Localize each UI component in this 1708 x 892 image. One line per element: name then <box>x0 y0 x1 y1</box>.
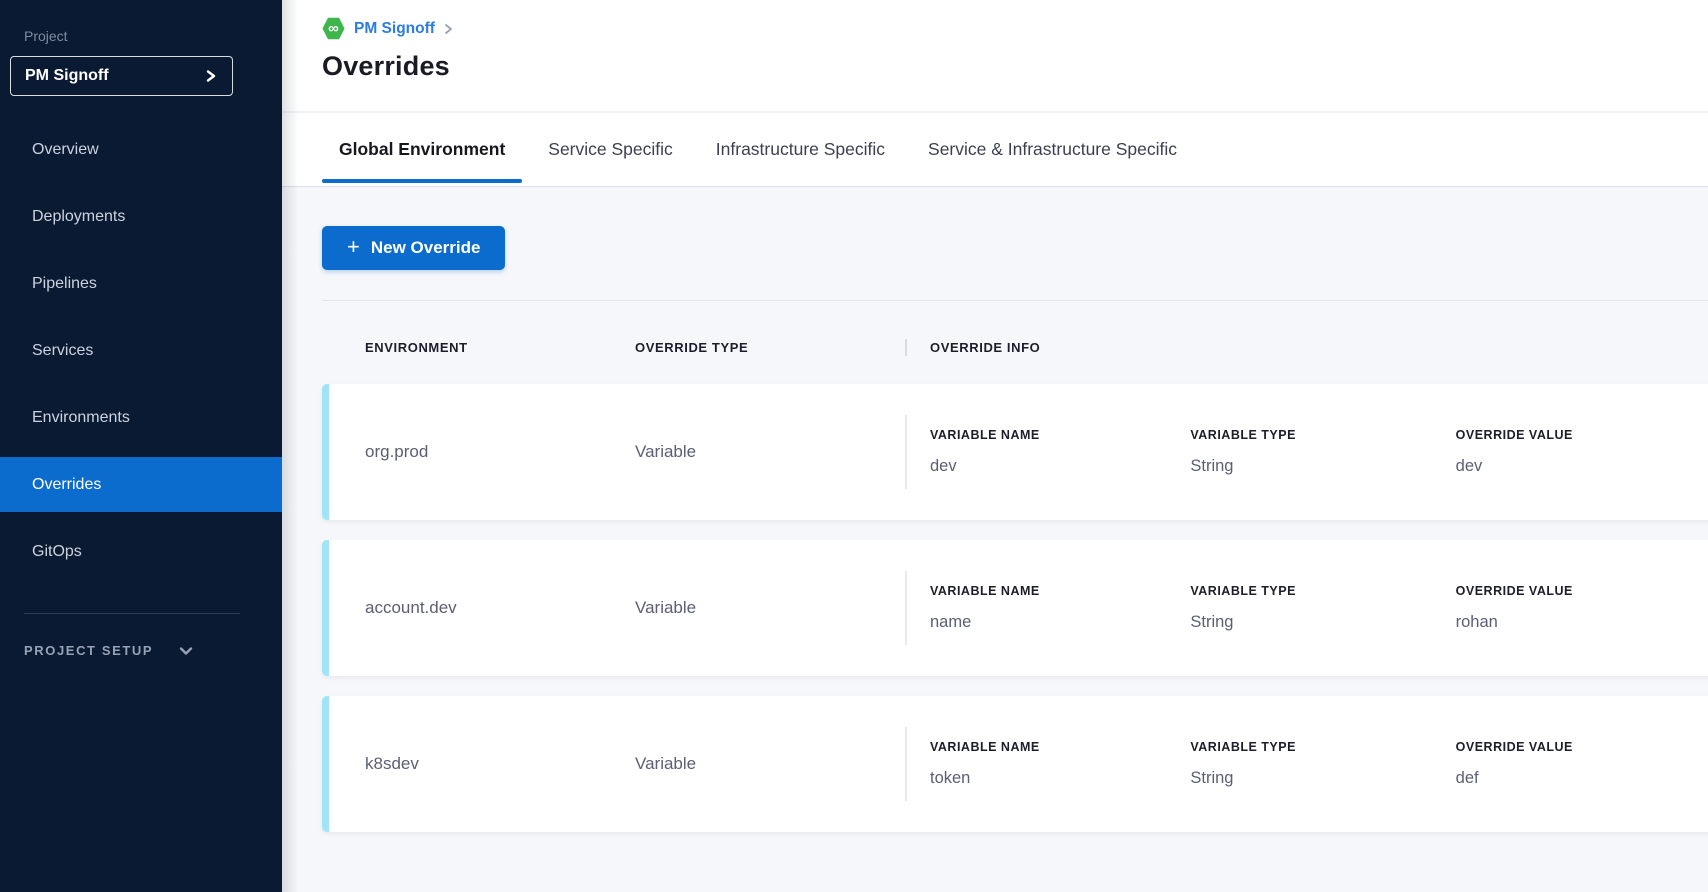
row-override-info: VARIABLE NAME dev VARIABLE TYPE String O… <box>907 428 1708 476</box>
sidebar-divider <box>24 613 240 614</box>
row-accent-bar <box>322 384 329 520</box>
project-selector-value: PM Signoff <box>25 67 109 85</box>
info-value: dev <box>930 457 1190 476</box>
row-grid: k8sdev Variable VARIABLE NAME token VARI… <box>322 696 1708 832</box>
row-override-type: Variable <box>635 442 905 462</box>
override-row-account-dev[interactable]: account.dev Variable VARIABLE NAME name … <box>322 540 1708 676</box>
sidebar-item-environments[interactable]: Environments <box>0 390 282 445</box>
info-value: rohan <box>1456 613 1708 632</box>
project-selector[interactable]: PM Signoff <box>10 56 233 96</box>
tab-global-environment[interactable]: Global Environment <box>322 113 522 186</box>
table-header-row: ENVIRONMENT OVERRIDE TYPE OVERRIDE INFO <box>322 301 1708 356</box>
sidebar-item-label: GitOps <box>32 543 82 561</box>
info-override-value: OVERRIDE VALUE dev <box>1456 428 1708 476</box>
sidebar-item-deployments[interactable]: Deployments <box>0 189 282 244</box>
info-value: String <box>1190 613 1455 632</box>
row-override-type: Variable <box>635 598 905 618</box>
tab-label: Service & Infrastructure Specific <box>928 139 1177 160</box>
info-variable-name: VARIABLE NAME dev <box>930 428 1190 476</box>
override-row-k8sdev[interactable]: k8sdev Variable VARIABLE NAME token VARI… <box>322 696 1708 832</box>
column-override-info: OVERRIDE INFO <box>907 340 1708 355</box>
info-label: VARIABLE TYPE <box>1190 428 1455 442</box>
sidebar-item-services[interactable]: Services <box>0 323 282 378</box>
info-variable-type: VARIABLE TYPE String <box>1190 428 1455 476</box>
page-header: ∞ PM Signoff Overrides <box>282 0 1708 112</box>
project-setup-toggle[interactable]: PROJECT SETUP <box>0 643 282 658</box>
sidebar-item-label: Services <box>32 342 93 360</box>
row-accent-bar <box>322 696 329 832</box>
chevron-down-icon <box>179 646 193 656</box>
info-value: token <box>930 769 1190 788</box>
info-label: VARIABLE TYPE <box>1190 740 1455 754</box>
column-environment: ENVIRONMENT <box>365 340 635 355</box>
info-label: OVERRIDE VALUE <box>1456 740 1708 754</box>
sidebar-item-pipelines[interactable]: Pipelines <box>0 256 282 311</box>
sidebar-item-overrides[interactable]: Overrides <box>0 457 282 512</box>
info-value: def <box>1456 769 1708 788</box>
info-label: VARIABLE NAME <box>930 740 1190 754</box>
info-value: name <box>930 613 1190 632</box>
overrides-content: + New Override ENVIRONMENT OVERRIDE TYPE… <box>282 187 1708 892</box>
new-override-label: New Override <box>371 238 481 258</box>
breadcrumb: ∞ PM Signoff <box>322 17 1708 40</box>
sidebar-nav: Overview Deployments Pipelines Services … <box>0 122 282 579</box>
sidebar-item-overview[interactable]: Overview <box>0 122 282 177</box>
override-row-org-prod[interactable]: org.prod Variable VARIABLE NAME dev VARI… <box>322 384 1708 520</box>
override-type-tabs: Global Environment Service Specific Infr… <box>282 112 1708 187</box>
tab-service-infrastructure-specific[interactable]: Service & Infrastructure Specific <box>911 113 1194 186</box>
info-label: VARIABLE TYPE <box>1190 584 1455 598</box>
info-variable-type: VARIABLE TYPE String <box>1190 584 1455 632</box>
new-override-button[interactable]: + New Override <box>322 226 505 270</box>
info-variable-name: VARIABLE NAME name <box>930 584 1190 632</box>
row-accent-bar <box>322 540 329 676</box>
row-environment: k8sdev <box>365 754 635 774</box>
info-value: dev <box>1456 457 1708 476</box>
tab-label: Infrastructure Specific <box>716 139 885 160</box>
tab-label: Global Environment <box>339 139 505 160</box>
sidebar-item-label: Overrides <box>32 476 101 494</box>
chevron-right-icon <box>204 69 217 83</box>
info-label: OVERRIDE VALUE <box>1456 428 1708 442</box>
row-grid: account.dev Variable VARIABLE NAME name … <box>322 540 1708 676</box>
row-override-type: Variable <box>635 754 905 774</box>
row-environment: account.dev <box>365 598 635 618</box>
info-variable-type: VARIABLE TYPE String <box>1190 740 1455 788</box>
row-grid: org.prod Variable VARIABLE NAME dev VARI… <box>322 384 1708 520</box>
info-value: String <box>1190 769 1455 788</box>
row-environment: org.prod <box>365 442 635 462</box>
column-override-type: OVERRIDE TYPE <box>635 340 905 355</box>
project-sidebar: Project PM Signoff Overview Deployments … <box>0 0 282 892</box>
info-variable-name: VARIABLE NAME token <box>930 740 1190 788</box>
main-area: ∞ PM Signoff Overrides Global Environmen… <box>282 0 1708 892</box>
sidebar-item-label: Environments <box>32 409 130 427</box>
project-label: Project <box>0 20 282 56</box>
row-override-info: VARIABLE NAME name VARIABLE TYPE String … <box>907 584 1708 632</box>
sidebar-item-gitops[interactable]: GitOps <box>0 524 282 579</box>
info-value: String <box>1190 457 1455 476</box>
sidebar-item-label: Deployments <box>32 208 125 226</box>
plus-icon: + <box>347 236 360 258</box>
project-setup-label: PROJECT SETUP <box>24 643 153 658</box>
sidebar-item-label: Overview <box>32 141 99 159</box>
breadcrumb-project-link[interactable]: PM Signoff <box>354 20 435 38</box>
tab-service-specific[interactable]: Service Specific <box>531 113 690 186</box>
info-label: VARIABLE NAME <box>930 428 1190 442</box>
cd-module-icon: ∞ <box>322 17 345 40</box>
info-override-value: OVERRIDE VALUE rohan <box>1456 584 1708 632</box>
row-override-info: VARIABLE NAME token VARIABLE TYPE String… <box>907 740 1708 788</box>
page-title: Overrides <box>322 51 1708 82</box>
info-override-value: OVERRIDE VALUE def <box>1456 740 1708 788</box>
tab-label: Service Specific <box>548 139 673 160</box>
info-label: VARIABLE NAME <box>930 584 1190 598</box>
tab-infrastructure-specific[interactable]: Infrastructure Specific <box>699 113 902 186</box>
sidebar-item-label: Pipelines <box>32 275 97 293</box>
app-root: Project PM Signoff Overview Deployments … <box>0 0 1708 892</box>
breadcrumb-chevron-icon <box>444 23 453 35</box>
info-label: OVERRIDE VALUE <box>1456 584 1708 598</box>
